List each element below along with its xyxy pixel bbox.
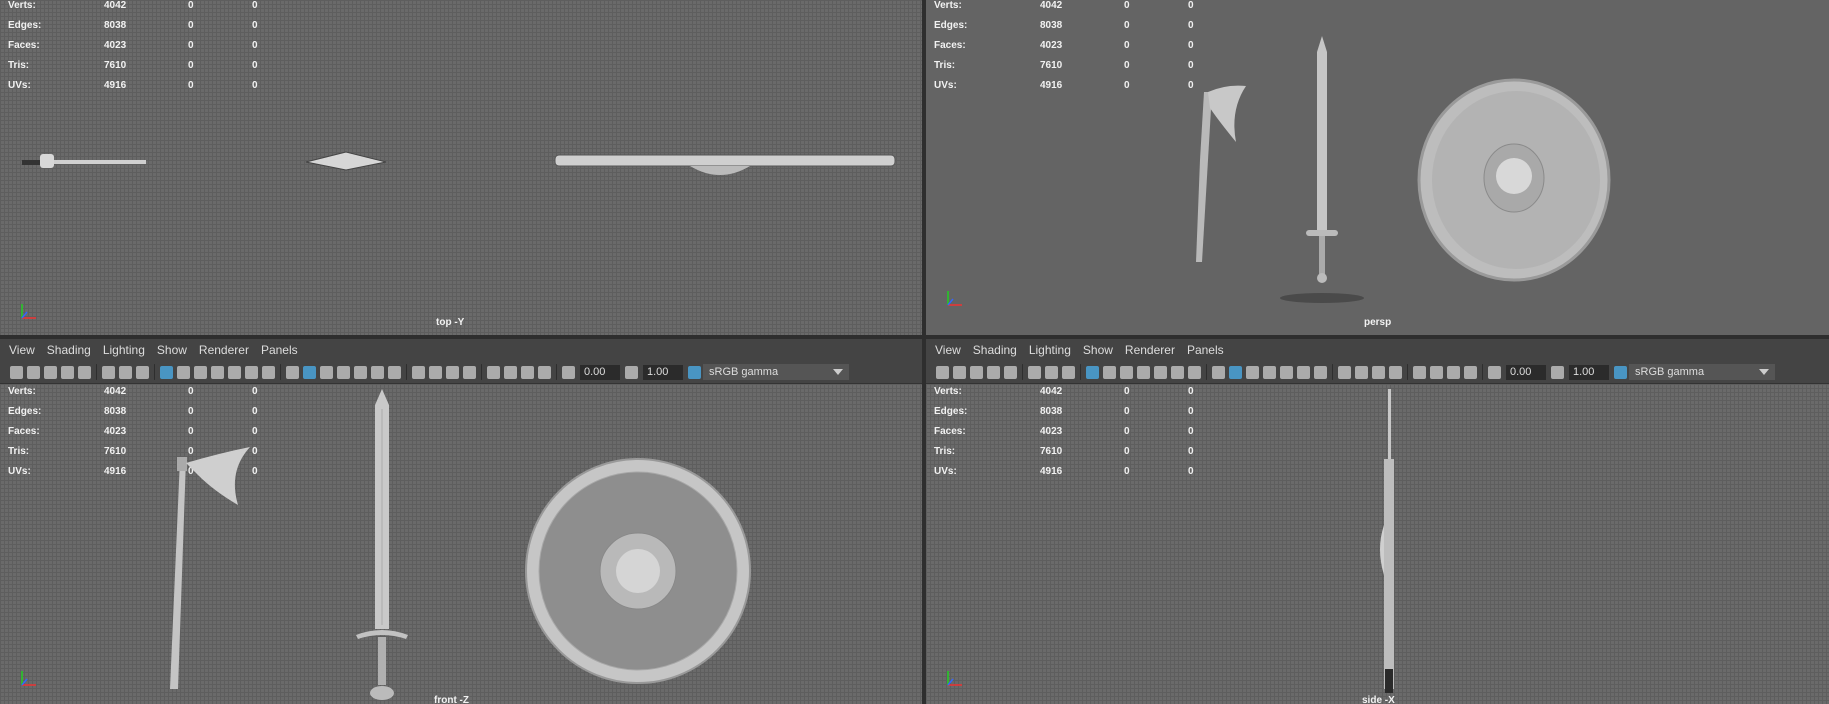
pane-divider-horizontal[interactable] <box>0 335 1829 339</box>
side-view-models[interactable] <box>926 339 1829 704</box>
axis-gizmo-icon <box>21 304 36 319</box>
viewport-side[interactable]: View Shading Lighting Show Renderer Pane… <box>926 339 1829 704</box>
viewport-persp[interactable]: Verts: 4042 0 0 Edges: 8038 0 0 Faces: 4023 0 0 T… <box>926 0 1829 335</box>
front-view-models[interactable] <box>0 339 922 704</box>
top-view-models[interactable] <box>0 0 922 335</box>
camera-label: side -X <box>1362 695 1395 704</box>
axis-gizmo-icon <box>21 671 36 686</box>
viewport-front[interactable]: View Shading Lighting Show Renderer Pane… <box>0 339 922 704</box>
camera-label: persp <box>1364 317 1392 328</box>
axis-gizmo-icon <box>947 291 962 306</box>
viewport-top[interactable]: Verts: 4042 0 0 Edges: 8038 0 0 Faces: 4023 0 0 T… <box>0 0 922 335</box>
axis-gizmo-icon <box>947 671 962 686</box>
camera-label: front -Z <box>434 695 469 704</box>
pane-divider-vertical[interactable] <box>922 0 926 704</box>
persp-view-models[interactable] <box>926 0 1829 335</box>
camera-label: top -Y <box>436 317 465 328</box>
